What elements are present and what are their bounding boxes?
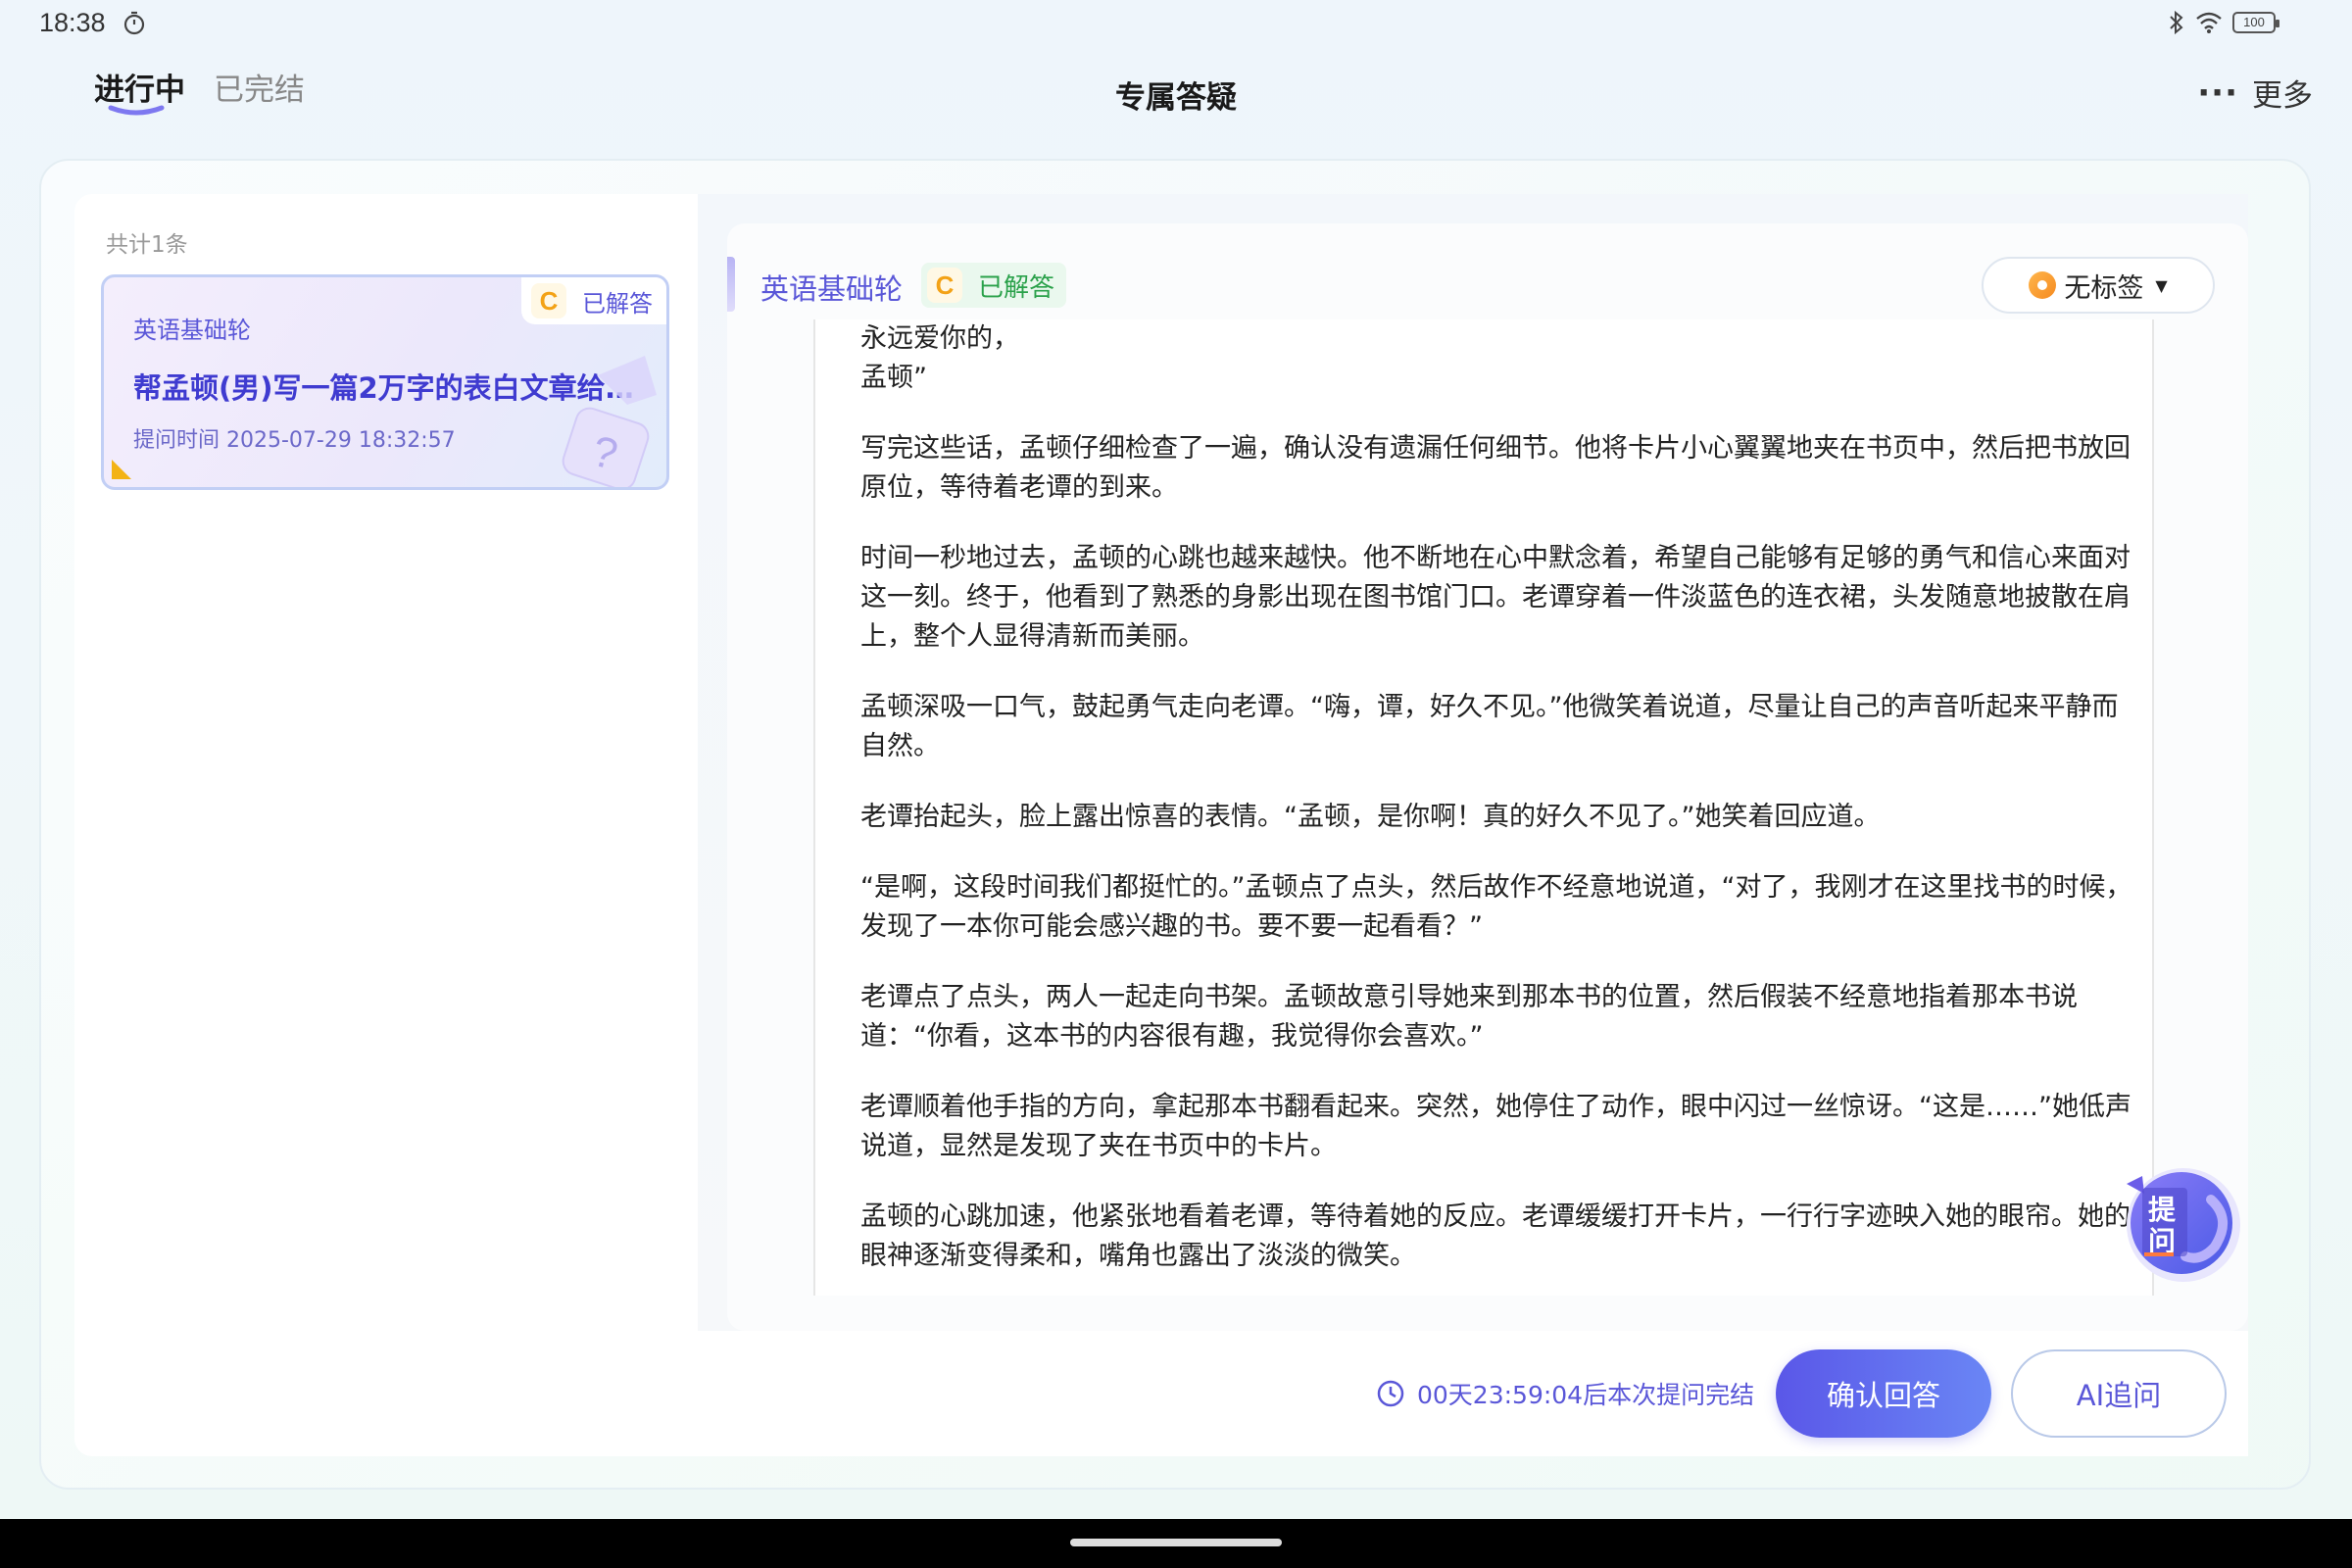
status-icons: 100 xyxy=(2168,10,2279,35)
ai-followup-button[interactable]: AI追问 xyxy=(2011,1349,2227,1438)
home-indicator[interactable] xyxy=(1070,1539,1282,1546)
clock-icon xyxy=(1377,1380,1404,1407)
question-count: 共计1条 xyxy=(106,232,188,258)
bluetooth-icon xyxy=(2170,10,2183,35)
timer-icon xyxy=(123,11,145,35)
level-badge: C xyxy=(927,268,962,303)
subject-accent-bar xyxy=(727,257,735,312)
answer-status-badge: C 已解答 xyxy=(921,263,1067,308)
answer-body[interactable]: 永远爱你的， 孟顿” 写完这些话，孟顿仔细检查了一遍，确认没有遗漏任何细节。他将… xyxy=(813,319,2154,1296)
answer-text: 永远爱你的， 孟顿” 写完这些话，孟顿仔细检查了一遍，确认没有遗漏任何细节。他将… xyxy=(860,319,2134,1296)
answer-paragraph: 孟顿的心跳加速，他紧张地看着老谭，等待着她的反应。老谭缓缓打开卡片，一行行字迹映… xyxy=(860,1201,2131,1271)
battery-icon: 100 xyxy=(2232,12,2279,33)
tag-label: 无标签 xyxy=(2064,272,2144,304)
answer-status: 已解答 xyxy=(978,272,1055,303)
answer-paragraph: “是啊，这段时间我们都挺忙的。”孟顿点了点头，然后故作不经意地说道，“对了，我刚… xyxy=(860,872,2132,942)
question-mark-icon: ? xyxy=(562,356,657,487)
answer-paragraph: 时间一秒地过去，孟顿的心跳也越来越快。他不断地在心中默念着，希望自己能够有足够的… xyxy=(860,543,2131,652)
answer-paragraph: 孟顿深吸一口气，鼓起勇气走向老谭。“嗨，谭，好久不见。”他微笑着说道，尽量让自己… xyxy=(860,692,2119,761)
question-time: 提问时间 2025-07-29 18:32:57 xyxy=(133,428,456,453)
status-bar: 18:38 100 xyxy=(0,0,2352,49)
question-card[interactable]: C 已解答 英语基础轮 帮孟顿(男)写一篇2万字的表白文章给老谭(女) 提问时间… xyxy=(101,274,669,490)
wifi-icon xyxy=(2196,12,2222,33)
answer-paragraph: 写完这些话，孟顿仔细检查了一遍，确认没有遗漏任何细节。他将卡片小心翼翼地夹在书页… xyxy=(860,433,2131,503)
more-label: 更多 xyxy=(2252,78,2313,114)
confirm-answer-button[interactable]: 确认回答 xyxy=(1776,1349,1991,1438)
page-title: 专属答疑 xyxy=(1115,80,1237,116)
more-button[interactable]: ··· 更多 xyxy=(2197,71,2313,115)
countdown: 00天23:59:04后本次提问完结 xyxy=(1376,1376,1754,1411)
clock: 18:38 xyxy=(39,8,106,37)
answer-subject: 英语基础轮 xyxy=(760,272,904,306)
corner-marker xyxy=(112,460,131,479)
tag-dropdown[interactable]: 无标签 ▼ xyxy=(1982,257,2215,314)
caret-down-icon: ▼ xyxy=(2155,275,2168,295)
question-subject: 英语基础轮 xyxy=(133,317,251,344)
tag-icon xyxy=(2029,271,2057,299)
more-dots-icon: ··· xyxy=(2197,73,2238,113)
answer-paragraph: 老谭抬起头，脸上露出惊喜的表情。“孟顿，是你啊！真的好久不见了。”她笑着回应道。 xyxy=(860,802,1881,832)
question-status: 已解答 xyxy=(582,289,653,318)
level-badge: C xyxy=(531,283,566,318)
countdown-text: 00天23:59:04后本次提问完结 xyxy=(1417,1381,1755,1409)
answer-paragraph: 永远爱你的， 孟顿” xyxy=(860,323,1019,393)
answer-paragraph: 老谭顺着他手指的方向，拿起那本书翻看起来。突然，她停住了动作，眼中闪过一丝惊讶。… xyxy=(860,1092,2132,1161)
ask-label-top: 提 xyxy=(2148,1194,2177,1226)
ask-question-button[interactable]: 提 问 xyxy=(2117,1160,2244,1288)
answer-paragraph: 老谭点了点头，两人一起走向书架。孟顿故意引导她来到那本书的位置，然后假装不经意地… xyxy=(860,982,2078,1052)
question-card-badge: C 已解答 xyxy=(521,277,666,324)
